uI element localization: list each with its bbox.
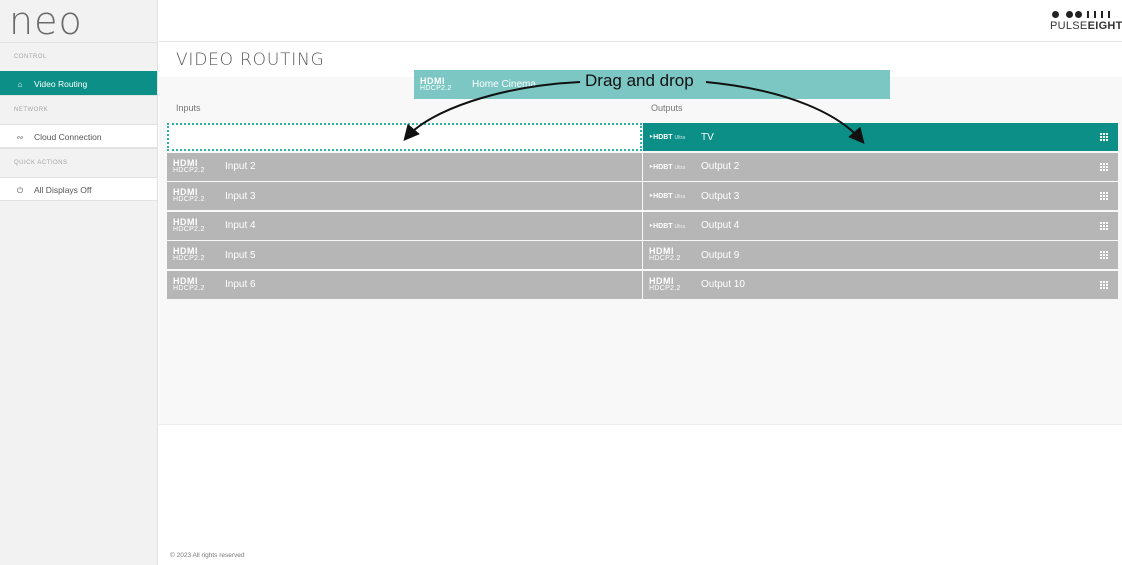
- sidebar-item-cloud-connection[interactable]: ∾ Cloud Connection: [0, 124, 157, 148]
- outputs-list: ‣HDBT Ultra TV ‣HDBT Ultra Output 2 ‣HDB…: [643, 123, 1118, 300]
- input-label: Input 3: [225, 190, 256, 202]
- hdbt-icon: ‣HDBT Ultra: [649, 134, 686, 141]
- input-label: Input 5: [225, 249, 256, 261]
- hdmi-icon: HDMI HDCP2.2: [173, 246, 205, 263]
- grid-icon[interactable]: [1100, 162, 1109, 171]
- home-icon: ⌂: [17, 80, 23, 89]
- top-bar: PULSEEIGHT: [159, 0, 1122, 42]
- hdmi-icon: HDMI HDCP2.2: [649, 246, 681, 263]
- sidebar-item-label: Cloud Connection: [34, 132, 102, 142]
- grid-icon[interactable]: [1100, 133, 1109, 141]
- output-row[interactable]: HDMI HDCP2.2 Output 9: [643, 241, 1118, 269]
- page-title: VIDEO ROUTING: [176, 50, 325, 70]
- hdmi-icon: HDMI HDCP2.2: [173, 187, 205, 204]
- hdmi-icon: HDMI HDCP2.2: [649, 275, 681, 292]
- sidebar-item-video-routing[interactable]: ⌂ Video Routing: [0, 71, 157, 95]
- output-label: Output 9: [701, 249, 740, 261]
- hdbt-icon: ‣HDBT Ultra: [649, 222, 686, 230]
- output-label: Output 10: [701, 279, 745, 290]
- pulse-eight-logo[interactable]: PULSEEIGHT: [1050, 10, 1122, 32]
- output-label: Output 2: [701, 161, 740, 172]
- logo-text: neo: [9, 0, 83, 43]
- section-control: CONTROL: [0, 42, 157, 71]
- grid-icon[interactable]: [1100, 251, 1109, 259]
- sidebar-item-label: All Displays Off: [34, 185, 92, 195]
- output-label: Output 3: [701, 190, 740, 202]
- input-label: Input 2: [225, 161, 256, 172]
- input-label: Input 4: [225, 220, 256, 231]
- drop-zone[interactable]: [167, 123, 642, 151]
- hdmi-icon: HDMI HDCP2.2: [173, 275, 205, 292]
- inputs-list: HDMI HDCP2.2 Input 2 HDMI HDCP2.2 Input 3 …: [167, 123, 642, 300]
- hdmi-icon: HDMI HDCP2.2: [173, 157, 205, 174]
- wifi-icon: ∾: [16, 133, 24, 142]
- outputs-header: Outputs: [651, 103, 683, 113]
- output-row[interactable]: ‣HDBT Ultra Output 2: [643, 152, 1118, 181]
- grid-icon[interactable]: [1100, 192, 1109, 200]
- section-quick-actions: QUICK ACTIONS: [0, 148, 157, 177]
- input-row[interactable]: HDMI HDCP2.2 Input 5: [167, 241, 642, 269]
- input-row[interactable]: HDMI HDCP2.2 Input 3: [167, 182, 642, 210]
- dragged-label: Home Cinema: [472, 79, 536, 90]
- sidebar-item-all-displays-off[interactable]: ⏻ All Displays Off: [0, 177, 157, 201]
- main-content: VIDEO ROUTING Inputs Outputs HDMI HDCP2.2…: [159, 43, 1122, 565]
- input-row[interactable]: HDMI HDCP2.2 Input 2: [167, 152, 642, 181]
- output-row[interactable]: ‣HDBT Ultra TV: [643, 123, 1118, 151]
- section-network: NETWORK: [0, 95, 157, 124]
- neo-logo[interactable]: neo: [0, 0, 157, 42]
- input-row[interactable]: HDMI HDCP2.2 Input 6: [167, 270, 642, 299]
- brand-text: PULSEEIGHT: [1050, 20, 1122, 32]
- footer-copyright: © 2023 All rights reserved: [170, 552, 245, 559]
- drag-and-drop-label: Drag and drop: [585, 71, 694, 90]
- output-row[interactable]: ‣HDBT Ultra Output 3: [643, 182, 1118, 210]
- input-label: Input 6: [225, 279, 256, 290]
- sidebar-item-label: Video Routing: [34, 79, 88, 89]
- output-label: Output 4: [701, 220, 740, 231]
- output-row[interactable]: ‣HDBT Ultra Output 4: [643, 211, 1118, 240]
- input-row[interactable]: HDMI HDCP2.2 Input 4: [167, 211, 642, 240]
- hdmi-icon: HDMI HDCP2.2: [420, 75, 452, 92]
- output-label: TV: [701, 131, 714, 143]
- hdmi-icon: HDMI HDCP2.2: [173, 216, 205, 233]
- grid-icon[interactable]: [1100, 280, 1109, 289]
- hdbt-icon: ‣HDBT Ultra: [649, 193, 686, 200]
- output-row[interactable]: HDMI HDCP2.2 Output 10: [643, 270, 1118, 299]
- inputs-header: Inputs: [176, 103, 201, 113]
- hdbt-icon: ‣HDBT Ultra: [649, 163, 686, 171]
- grid-icon[interactable]: [1100, 221, 1109, 230]
- brand-dots-icon: [1050, 10, 1110, 19]
- power-icon: ⏻: [16, 186, 24, 195]
- sidebar: neo CONTROL ⌂ Video Routing NETWORK ∾ Clou…: [0, 0, 158, 565]
